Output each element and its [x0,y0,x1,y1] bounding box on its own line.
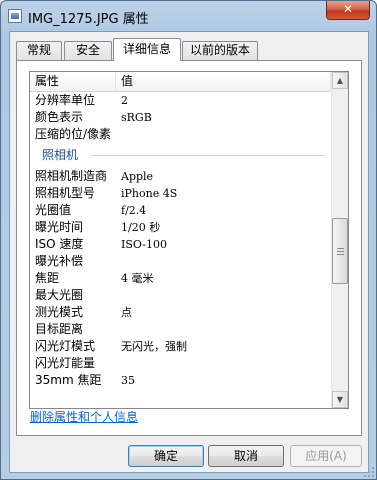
list-body: 分辨率单位 2 颜色表示 sRGB 压缩的位/像素 照相机 照相机制造商 App… [30,92,331,408]
property-name: 焦距 [35,271,60,285]
arrow-down-icon: ▼ [336,395,344,404]
scroll-up-button[interactable]: ▲ [332,72,348,89]
list-header: 属性 值 [30,72,331,92]
list-item[interactable]: 最大光圈 [30,287,331,304]
tab-previous-versions[interactable]: 以前的版本 [182,41,258,60]
ok-button[interactable]: 确定 [128,445,204,467]
property-name: 照相机型号 [35,186,96,200]
property-value: 1/20 秒 [121,221,161,234]
property-name: 目标距离 [35,322,84,336]
list-item[interactable]: 焦距 4 毫米 [30,270,331,287]
grip-line [337,248,344,249]
list-item[interactable]: 闪光灯模式 无闪光，强制 [30,338,331,355]
property-name: ISO 速度 [35,237,84,251]
group-label: 照相机 [42,148,79,162]
tab-details[interactable]: 详细信息 [113,38,181,61]
list-item[interactable]: 35mm 焦距 35 [30,372,331,389]
property-value: 35 [121,374,135,387]
list-item[interactable]: 照相机型号 iPhone 4S [30,185,331,202]
property-name: 压缩的位/像素 [35,127,112,141]
details-panel: 属性 值 分辨率单位 2 颜色表示 sRGB 压缩的位/像素 照相机 照相机制造… [16,60,362,436]
grip-line [337,254,344,255]
list-item[interactable]: 压缩的位/像素 [30,126,331,143]
property-value: 点 [121,306,132,319]
scroll-down-button[interactable]: ▼ [332,391,348,408]
property-name: 分辨率单位 [35,93,96,107]
group-header-camera: 照相机 [30,147,331,164]
list-item[interactable]: 光圈值 f/2.4 [30,202,331,219]
list-item[interactable]: 测光模式 点 [30,304,331,321]
resize-grip-icon[interactable] [364,467,374,477]
image-file-icon [8,9,22,23]
arrow-up-icon: ▲ [336,76,344,85]
property-value: f/2.4 [121,204,147,217]
properties-window: IMG_1275.JPG 属性 ✕ 常规 安全 详细信息 以前的版本 属性 值 … [0,0,377,480]
property-value: iPhone 4S [121,187,178,200]
property-name: 最大光圈 [35,288,84,302]
property-value: 2 [121,94,128,107]
property-value: 4 毫米 [121,272,154,285]
property-name: 颜色表示 [35,110,84,124]
remove-properties-link[interactable]: 删除属性和个人信息 [30,408,138,425]
grip-line [337,251,344,252]
list-item[interactable]: 颜色表示 sRGB [30,109,331,126]
cancel-button[interactable]: 取消 [208,445,284,467]
property-name: 照相机制造商 [35,169,108,183]
property-value: Apple [121,170,154,183]
group-divider [92,155,324,156]
tab-general[interactable]: 常规 [16,41,62,60]
property-value: 无闪光，强制 [121,340,187,353]
close-button[interactable]: ✕ [326,1,370,20]
list-item[interactable]: 曝光时间 1/20 秒 [30,219,331,236]
property-value: ISO-100 [121,238,168,251]
property-value: sRGB [121,111,152,124]
property-name: 测光模式 [35,305,84,319]
property-name: 闪光灯模式 [35,339,96,353]
window-title: IMG_1275.JPG 属性 [28,12,149,27]
property-name: 光圈值 [35,203,72,217]
list-item[interactable]: 分辨率单位 2 [30,92,331,109]
property-name: 闪光灯能量 [35,356,96,370]
list-item[interactable]: 曝光补偿 [30,253,331,270]
properties-list[interactable]: 属性 值 分辨率单位 2 颜色表示 sRGB 压缩的位/像素 照相机 照相机制造… [29,71,349,409]
list-item[interactable]: 闪光灯能量 [30,355,331,372]
dialog-client-area: 常规 安全 详细信息 以前的版本 属性 值 分辨率单位 2 颜色表示 sRGB … [9,31,369,473]
list-item[interactable]: ISO 速度 ISO-100 [30,236,331,253]
vertical-scrollbar[interactable]: ▲ ▼ [331,72,348,408]
list-item[interactable]: 目标距离 [30,321,331,338]
list-item[interactable]: 照相机制造商 Apple [30,168,331,185]
column-header-value[interactable]: 值 [116,72,331,92]
scroll-thumb[interactable] [332,218,348,284]
column-header-property[interactable]: 属性 [30,72,116,92]
property-name: 曝光补偿 [35,254,84,268]
tab-security[interactable]: 安全 [64,41,112,60]
property-name: 曝光时间 [35,220,84,234]
title-bar[interactable]: IMG_1275.JPG 属性 ✕ [1,1,376,31]
property-name: 35mm 焦距 [35,373,102,387]
apply-button[interactable]: 应用(A) [290,445,362,467]
